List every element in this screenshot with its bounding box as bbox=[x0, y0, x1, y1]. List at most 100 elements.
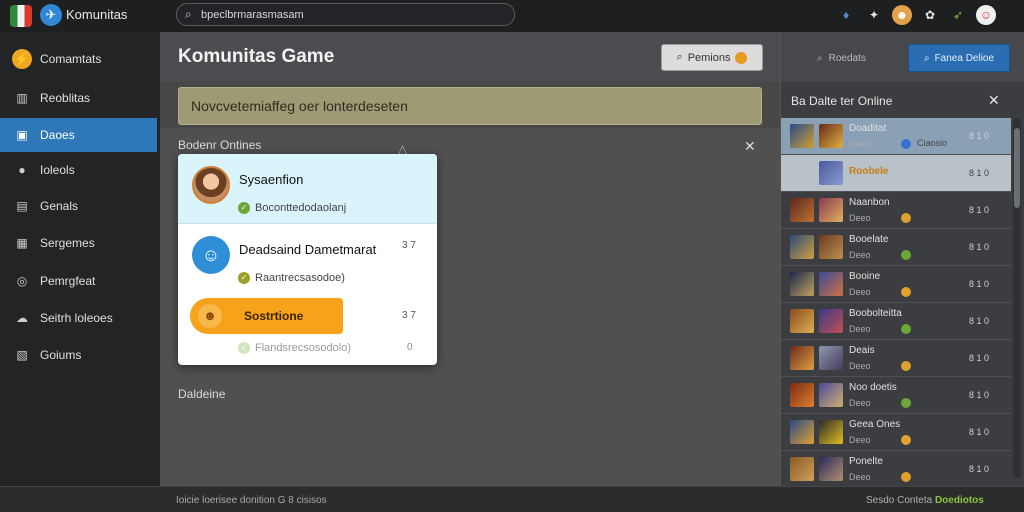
sidebar-item-label: Sergemes bbox=[40, 236, 95, 250]
flag-icon[interactable] bbox=[10, 5, 32, 27]
sidebar-item-label: Goiums bbox=[40, 348, 82, 362]
search-icon: ⌕ bbox=[817, 52, 823, 64]
online-popup: Sysaenfion ✓ Boconttedodaolanj ☺ Deadsai… bbox=[178, 154, 437, 365]
footer-text: Ioicie loerisee donition G 8 cisisos bbox=[176, 495, 327, 506]
list-item[interactable]: Naanbon Deeo 8 1 0 bbox=[781, 192, 1011, 229]
avatar-icon[interactable]: ☻ bbox=[892, 5, 912, 25]
list-item[interactable]: Roobele 8 1 0 bbox=[781, 155, 1011, 192]
sidebar-item-ioleols[interactable]: ● Ioleols bbox=[0, 153, 160, 187]
right-panel: ⌕ Roedats ⌕ Fanea Delioe Ba Dalte ter On… bbox=[780, 32, 1024, 488]
status-dot bbox=[901, 472, 911, 482]
item-sub: Deeo bbox=[849, 361, 871, 371]
game-thumbnail bbox=[819, 235, 843, 259]
game-thumbnail bbox=[790, 309, 814, 333]
item-sub: Deeo bbox=[849, 472, 871, 482]
popup-row[interactable]: Sysaenfion ✓ Boconttedodaolanj bbox=[178, 154, 437, 224]
notification-icon[interactable]: ♦ bbox=[836, 5, 856, 25]
close-icon[interactable]: ✕ bbox=[988, 92, 1000, 109]
news-icon: ▦ bbox=[16, 236, 28, 250]
section-heading: Bodenr Ontines bbox=[178, 138, 262, 152]
item-name: Naanbon bbox=[849, 197, 890, 208]
popup-row[interactable]: ☺ Deadsaind Dametmarat 3 7 ✓ Raantrecsas… bbox=[178, 224, 437, 294]
item-sub: Deeo bbox=[849, 139, 871, 149]
scrollbar-thumb[interactable] bbox=[1014, 128, 1020, 208]
item-name: Deais bbox=[849, 345, 875, 356]
footer-accent-link[interactable]: Doediotos bbox=[935, 495, 984, 506]
item-name: Boobolteitta bbox=[849, 308, 902, 319]
count-text: 3 7 bbox=[402, 310, 416, 321]
roedats-tab[interactable]: ⌕ Roedats bbox=[793, 44, 903, 72]
avatar: ☺ bbox=[192, 236, 230, 274]
sidebar-item-reoblitas[interactable]: ▥ Reoblitas bbox=[0, 81, 160, 115]
profile-icon[interactable]: ☺ bbox=[976, 5, 996, 25]
sidebar-item-seitrh-loleoes[interactable]: ☁ Seitrh loleoes bbox=[0, 301, 160, 335]
item-name: Roobele bbox=[849, 166, 889, 177]
stack-icon: ▧ bbox=[16, 348, 28, 362]
item-count: 8 1 0 bbox=[969, 131, 990, 141]
item-name: Booelate bbox=[849, 234, 889, 245]
inbox-icon: ▣ bbox=[16, 128, 28, 142]
sidebar-item-sergemes[interactable]: ▦ Sergemes bbox=[0, 226, 160, 260]
item-count: 8 1 0 bbox=[969, 205, 990, 215]
friends-icon[interactable]: ✿ bbox=[920, 5, 940, 25]
item-sub: Deeo bbox=[849, 324, 871, 334]
footer-link[interactable]: Sesdo Conteta bbox=[866, 495, 932, 506]
page-title: Komunitas Game bbox=[178, 46, 335, 67]
close-icon[interactable]: ✕ bbox=[744, 138, 756, 155]
item-sub: Deeo bbox=[849, 213, 871, 223]
game-thumbnail bbox=[819, 272, 843, 296]
list-item[interactable]: Booine Deeo 8 1 0 bbox=[781, 266, 1011, 303]
user-icon: ☻ bbox=[198, 304, 222, 328]
game-thumbnail bbox=[819, 309, 843, 333]
count-text: 3 7 bbox=[402, 240, 416, 251]
sidebar-item-daoes[interactable]: ▣ Daoes bbox=[0, 118, 157, 152]
user-name: Sysaenfion bbox=[239, 172, 304, 187]
app-logo-icon[interactable]: ✈ bbox=[40, 4, 62, 26]
sidebar-item-comamtats[interactable]: ⚡ Comamtats bbox=[0, 42, 160, 76]
top-bar: ✈ Komunitas ⌕ ♦ ✦ ☻ ✿ ➶ ☺ bbox=[0, 0, 1024, 32]
status-dot bbox=[901, 250, 911, 260]
list-item[interactable]: Ponelte Deeo 8 1 0 bbox=[781, 451, 1011, 488]
item-count: 8 1 0 bbox=[969, 242, 990, 252]
check-icon: ✓ bbox=[238, 202, 250, 214]
check-icon: ✓ bbox=[238, 342, 250, 354]
footer-links: Sesdo Conteta Doediotos bbox=[866, 495, 984, 506]
search-input[interactable] bbox=[201, 7, 501, 23]
sidebar-item-goiums[interactable]: ▧ Goiums bbox=[0, 338, 160, 372]
list-item[interactable]: Booelate Deeo 8 1 0 bbox=[781, 229, 1011, 266]
sidebar-item-label: Comamtats bbox=[40, 52, 102, 66]
pemions-button[interactable]: ⌕ Pemions bbox=[661, 44, 763, 71]
game-thumbnail bbox=[819, 383, 843, 407]
game-thumbnail bbox=[790, 235, 814, 259]
search-icon: ⌕ bbox=[923, 52, 930, 64]
sidebar-item-label: Genals bbox=[40, 199, 79, 213]
sostrtione-button[interactable]: ☻ Sostrtione bbox=[190, 298, 343, 334]
list-item[interactable]: Boobolteitta Deeo 8 1 0 bbox=[781, 303, 1011, 340]
list-item[interactable]: Noo doetis Deeo 8 1 0 bbox=[781, 377, 1011, 414]
item-sub: Deeo bbox=[849, 435, 871, 445]
scrollbar[interactable] bbox=[1013, 118, 1021, 478]
item-sub: Deeo bbox=[849, 398, 871, 408]
gamepad-icon[interactable]: ✦ bbox=[864, 5, 884, 25]
sidebar-item-genals[interactable]: ▤ Genals bbox=[0, 189, 160, 223]
status-text: Raantrecsasodoe) bbox=[255, 272, 345, 284]
game-thumbnail bbox=[819, 124, 843, 148]
list-item[interactable]: Doaditat Deeo Ciaosio 8 1 0 bbox=[781, 118, 1011, 155]
list-item[interactable]: Geea Ones Deeo 8 1 0 bbox=[781, 414, 1011, 451]
list-item[interactable]: Deais Deeo 8 1 0 bbox=[781, 340, 1011, 377]
sidebar: ⚡ Comamtats ▥ Reoblitas ▣ Daoes ● Ioleol… bbox=[0, 32, 160, 486]
status-text: Boconttedodaolanj bbox=[255, 202, 347, 214]
game-thumbnail bbox=[790, 457, 814, 481]
game-thumbnail bbox=[790, 198, 814, 222]
rocket-icon[interactable]: ➶ bbox=[948, 5, 968, 25]
sidebar-item-label: Ioleols bbox=[40, 163, 75, 177]
top-icons: ♦ ✦ ☻ ✿ ➶ ☺ bbox=[836, 5, 996, 25]
item-sub: Deeo bbox=[849, 250, 871, 260]
game-thumbnail bbox=[819, 346, 843, 370]
fanea-delioe-button[interactable]: ⌕ Fanea Delioe bbox=[908, 44, 1010, 72]
status-bar: Ioicie loerisee donition G 8 cisisos Ses… bbox=[0, 486, 1024, 512]
item-badge: Ciaosio bbox=[917, 138, 948, 148]
status-dot bbox=[901, 287, 911, 297]
sidebar-item-pemrgfeat[interactable]: ◎ Pemrgfeat bbox=[0, 264, 160, 298]
search-box[interactable]: ⌕ bbox=[176, 3, 515, 26]
